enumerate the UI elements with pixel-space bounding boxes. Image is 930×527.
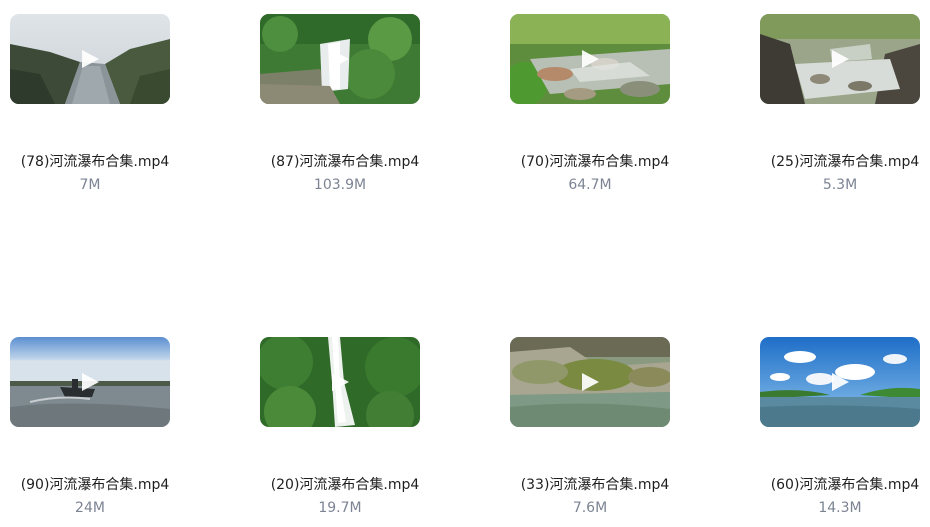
video-title: (60)河流瀑布合集.mp4 bbox=[770, 477, 920, 493]
video-thumbnail[interactable] bbox=[10, 14, 170, 104]
video-card[interactable]: (87)河流瀑布合集.mp4 103.9M bbox=[255, 14, 435, 204]
play-icon[interactable] bbox=[330, 372, 350, 392]
video-title: (90)河流瀑布合集.mp4 bbox=[20, 477, 170, 493]
video-card[interactable]: (25)河流瀑布合集.mp4 5.3M bbox=[755, 14, 930, 204]
video-title: (78)河流瀑布合集.mp4 bbox=[20, 154, 170, 170]
video-title: (20)河流瀑布合集.mp4 bbox=[270, 477, 420, 493]
play-icon[interactable] bbox=[830, 49, 850, 69]
file-size: 24M bbox=[75, 500, 105, 516]
video-thumbnail[interactable] bbox=[260, 337, 420, 427]
play-icon[interactable] bbox=[580, 49, 600, 69]
video-card[interactable]: (70)河流瀑布合集.mp4 64.7M bbox=[505, 14, 685, 204]
video-thumbnail[interactable] bbox=[510, 14, 670, 104]
video-title: (87)河流瀑布合集.mp4 bbox=[270, 154, 420, 170]
video-thumbnail[interactable] bbox=[760, 337, 920, 427]
video-title: (25)河流瀑布合集.mp4 bbox=[770, 154, 920, 170]
play-icon[interactable] bbox=[580, 372, 600, 392]
video-card[interactable]: (33)河流瀑布合集.mp4 7.6M bbox=[505, 337, 685, 527]
play-icon[interactable] bbox=[80, 372, 100, 392]
file-size: 7M bbox=[79, 177, 101, 193]
file-size: 5.3M bbox=[822, 177, 858, 193]
file-size: 19.7M bbox=[318, 500, 362, 516]
video-card[interactable]: (20)河流瀑布合集.mp4 19.7M bbox=[255, 337, 435, 527]
video-card[interactable]: (78)河流瀑布合集.mp4 7M bbox=[5, 14, 185, 204]
play-icon[interactable] bbox=[330, 49, 350, 69]
file-size: 14.3M bbox=[818, 500, 862, 516]
video-thumbnail[interactable] bbox=[510, 337, 670, 427]
video-thumbnail[interactable] bbox=[760, 14, 920, 104]
play-icon[interactable] bbox=[80, 49, 100, 69]
video-title: (70)河流瀑布合集.mp4 bbox=[520, 154, 670, 170]
file-size: 64.7M bbox=[568, 177, 612, 193]
video-title: (33)河流瀑布合集.mp4 bbox=[520, 477, 670, 493]
video-thumbnail[interactable] bbox=[260, 14, 420, 104]
video-grid: (78)河流瀑布合集.mp4 7M (87)河流瀑布合集.mp4 103.9M bbox=[0, 0, 930, 525]
play-icon[interactable] bbox=[830, 372, 850, 392]
video-card[interactable]: (90)河流瀑布合集.mp4 24M bbox=[5, 337, 185, 527]
file-size: 7.6M bbox=[572, 500, 608, 516]
video-card[interactable]: (60)河流瀑布合集.mp4 14.3M bbox=[755, 337, 930, 527]
file-size: 103.9M bbox=[313, 177, 367, 193]
video-thumbnail[interactable] bbox=[10, 337, 170, 427]
